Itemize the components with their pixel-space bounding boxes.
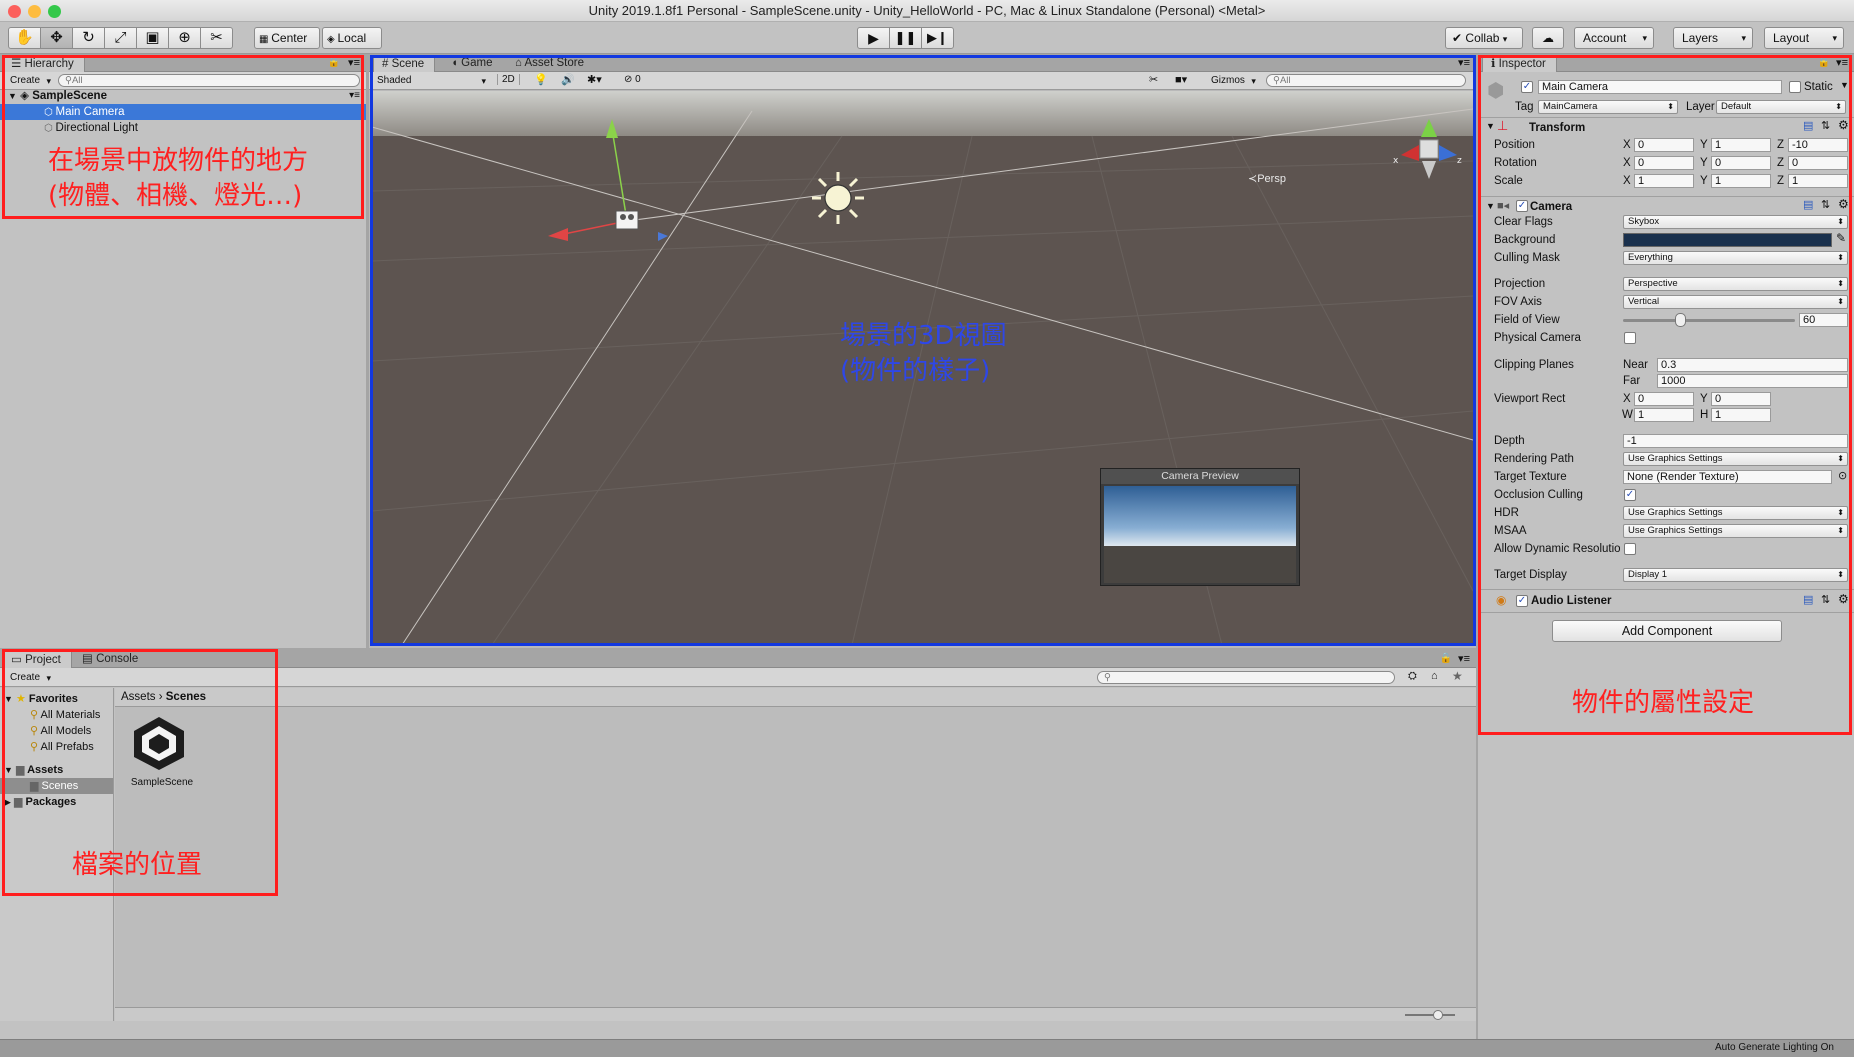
status-bar: Auto Generate Lighting On: [0, 1039, 1854, 1057]
scale-tool-icon[interactable]: ⤢: [104, 27, 137, 49]
layout-dropdown[interactable]: Layout ▾: [1764, 27, 1844, 49]
hierarchy-annotation-line1: 在場景中放物件的地方: [48, 146, 309, 176]
step-icon: ▶❙: [927, 30, 948, 45]
hand-tool-icon[interactable]: ✋: [8, 27, 41, 49]
filter-by-label-icon[interactable]: ⌂: [1431, 670, 1438, 682]
icon-size-slider-track[interactable]: [1405, 1014, 1455, 1016]
project-search-input[interactable]: ⚲: [1097, 671, 1395, 684]
lock-icon[interactable]: 🔒: [1440, 653, 1452, 664]
minimize-window-icon[interactable]: [28, 5, 41, 18]
cloud-button[interactable]: ☁: [1532, 27, 1564, 49]
project-breadcrumb: Assets › Scenes: [115, 688, 1476, 707]
pause-icon: ❚❚: [894, 30, 917, 45]
scene-annotation-line2: (物件的樣子): [840, 356, 991, 386]
cloud-icon: ☁: [1542, 31, 1554, 45]
project-footer: [115, 1007, 1476, 1021]
window-title: Unity 2019.1.8f1 Personal - SampleScene.…: [588, 3, 1266, 18]
status-text: Auto Generate Lighting On: [1715, 1042, 1834, 1053]
globe-icon: ◈: [327, 34, 338, 45]
pause-button[interactable]: ❚❚: [889, 27, 922, 49]
rotate-tool-icon[interactable]: ↻: [72, 27, 105, 49]
inspector-annotation: 物件的屬性設定: [1572, 688, 1755, 718]
chevron-down-icon: ▾: [1502, 34, 1508, 44]
chevron-down-icon: ▾: [1741, 33, 1746, 43]
step-button[interactable]: ▶❙: [921, 27, 954, 49]
maximize-window-icon[interactable]: [48, 5, 61, 18]
pivot-icon: ▦: [259, 34, 272, 45]
layers-dropdown[interactable]: Layers ▾: [1673, 27, 1753, 49]
collab-dropdown[interactable]: ✔ Collab ▾: [1445, 27, 1523, 49]
chevron-down-icon: ▾: [1642, 33, 1647, 43]
custom-tool-icon[interactable]: ✂: [200, 27, 233, 49]
rect-tool-icon[interactable]: ▣: [136, 27, 169, 49]
unity-editor-window: Unity 2019.1.8f1 Personal - SampleScene.…: [0, 0, 1854, 1057]
chevron-down-icon: ▾: [1832, 33, 1837, 43]
close-window-icon[interactable]: [8, 5, 21, 18]
search-icon: ⚲: [1104, 672, 1111, 683]
account-dropdown[interactable]: Account ▾: [1574, 27, 1654, 49]
hierarchy-annotation-line2: (物體、相機、燈光…): [48, 181, 303, 211]
icon-size-slider-thumb[interactable]: [1433, 1010, 1443, 1020]
panel-menu-icon[interactable]: ▾≡: [1458, 652, 1470, 665]
favorite-star-icon[interactable]: ★: [1452, 669, 1463, 683]
main-toolbar: ✋ ✥ ↻ ⤢ ▣ ⊕ ✂ ▦ Center ◈ Local ▶ ❚❚ ▶❙ ✔…: [0, 22, 1854, 54]
project-annotation: 檔案的位置: [72, 850, 203, 880]
play-icon: ▶: [868, 30, 879, 46]
project-content-area: Assets › Scenes SampleScene: [115, 688, 1476, 1021]
checkmark-icon: ✔: [1452, 31, 1463, 45]
play-button[interactable]: ▶: [857, 27, 890, 49]
title-bar: Unity 2019.1.8f1 Personal - SampleScene.…: [0, 0, 1854, 22]
transform-tool-icon[interactable]: ⊕: [168, 27, 201, 49]
filter-by-type-icon[interactable]: ⛭: [1408, 670, 1417, 683]
pivot-local-button[interactable]: ◈ Local: [322, 27, 382, 49]
scene-annotation-line1: 場景的3D視圖: [840, 321, 1007, 351]
inspector-annotation-box: [1478, 55, 1852, 735]
pivot-center-button[interactable]: ▦ Center: [254, 27, 320, 49]
move-tool-icon[interactable]: ✥: [40, 27, 73, 49]
